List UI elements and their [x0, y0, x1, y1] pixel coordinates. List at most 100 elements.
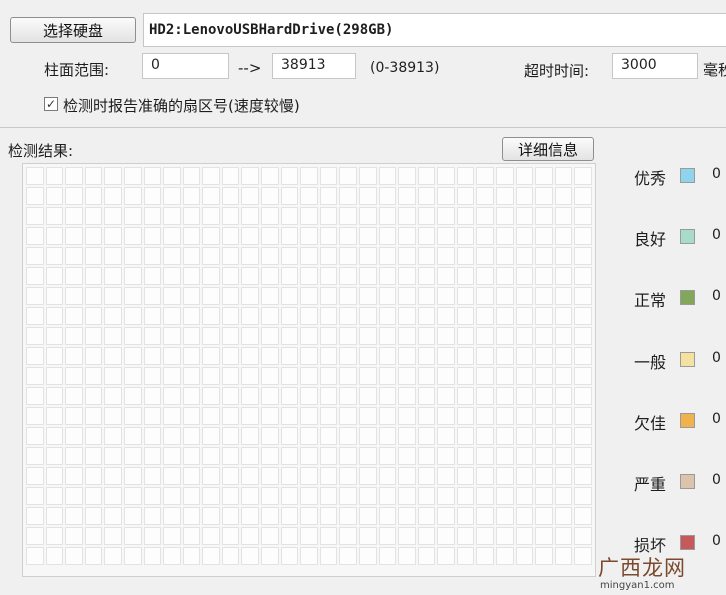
accurate-sector-checkbox[interactable]: ✓	[44, 97, 58, 111]
grid-cell	[261, 547, 279, 565]
grid-cell	[398, 467, 416, 485]
grid-cell	[300, 267, 318, 285]
legend-label: 欠佳	[634, 413, 667, 433]
select-disk-button[interactable]: 选择硬盘	[10, 17, 136, 43]
grid-cell	[123, 227, 142, 245]
range-start-input[interactable]: 0	[142, 53, 229, 79]
grid-cell	[143, 467, 162, 485]
grid-cell	[515, 387, 534, 405]
grid-cell	[163, 527, 181, 545]
grid-cell	[358, 367, 377, 385]
grid-cell	[417, 347, 436, 365]
grid-cell	[398, 267, 416, 285]
grid-cell	[574, 367, 592, 385]
grid-cell	[300, 467, 318, 485]
grid-cell	[456, 347, 475, 365]
range-end-input[interactable]: 38913	[272, 53, 356, 79]
grid-cell	[182, 247, 201, 265]
grid-cell	[456, 507, 475, 525]
cylinder-range-label: 柱面范围:	[44, 61, 110, 79]
grid-cell	[574, 327, 592, 345]
grid-cell	[221, 167, 240, 185]
grid-cell	[143, 367, 162, 385]
grid-cell	[241, 447, 260, 465]
grid-cell	[417, 267, 436, 285]
grid-cell	[202, 207, 220, 225]
grid-cell	[417, 447, 436, 465]
legend-label: 良好	[634, 230, 667, 250]
grid-cell	[358, 527, 377, 545]
grid-cell	[202, 247, 220, 265]
grid-cell	[143, 327, 162, 345]
grid-cell	[496, 287, 514, 305]
grid-cell	[280, 207, 299, 225]
grid-cell	[496, 347, 514, 365]
grid-cell	[26, 307, 44, 325]
legend-label: 严重	[634, 475, 667, 494]
grid-cell	[163, 207, 181, 225]
grid-cell	[554, 547, 573, 565]
legend-swatch	[680, 290, 695, 306]
grid-cell	[221, 227, 240, 245]
grid-cell	[496, 407, 514, 425]
grid-cell	[104, 247, 122, 265]
grid-cell	[476, 367, 495, 385]
grid-cell	[280, 507, 299, 525]
grid-cell	[535, 267, 553, 285]
grid-cell	[554, 307, 573, 325]
grid-cell	[339, 487, 357, 505]
grid-cell	[515, 427, 534, 445]
grid-cell	[280, 227, 299, 245]
grid-cell	[65, 307, 83, 325]
grid-cell	[574, 227, 592, 245]
grid-cell	[280, 467, 299, 485]
divider	[0, 127, 726, 128]
grid-cell	[378, 287, 397, 305]
grid-cell	[476, 327, 495, 345]
grid-cell	[378, 307, 397, 325]
grid-cell	[496, 207, 514, 225]
grid-cell	[496, 427, 514, 445]
grid-cell	[84, 407, 103, 425]
grid-cell	[554, 227, 573, 245]
grid-cell	[398, 247, 416, 265]
grid-cell	[241, 247, 260, 265]
grid-cell	[280, 427, 299, 445]
grid-cell	[202, 187, 220, 205]
grid-cell	[574, 407, 592, 425]
grid-cell	[476, 167, 495, 185]
grid-cell	[84, 267, 103, 285]
grid-cell	[554, 187, 573, 205]
grid-cell	[554, 407, 573, 425]
grid-cell	[123, 507, 142, 525]
details-button[interactable]: 详细信息	[502, 137, 594, 161]
grid-cell	[45, 327, 64, 345]
grid-cell	[496, 267, 514, 285]
grid-cell	[143, 427, 162, 445]
grid-cell	[358, 247, 377, 265]
grid-cell	[221, 427, 240, 445]
grid-cell	[515, 507, 534, 525]
grid-cell	[163, 487, 181, 505]
grid-cell	[26, 247, 44, 265]
grid-cell	[319, 527, 338, 545]
grid-cell	[319, 387, 338, 405]
grid-cell	[456, 287, 475, 305]
grid-cell	[45, 227, 64, 245]
grid-cell	[398, 187, 416, 205]
grid-cell	[182, 327, 201, 345]
grid-cell	[65, 347, 83, 365]
grid-cell	[554, 287, 573, 305]
grid-cell	[574, 467, 592, 485]
grid-cell	[45, 207, 64, 225]
grid-cell	[378, 227, 397, 245]
timeout-input[interactable]: 3000	[612, 53, 698, 79]
grid-cell	[417, 507, 436, 525]
grid-cell	[84, 307, 103, 325]
grid-cell	[319, 407, 338, 425]
grid-cell	[398, 447, 416, 465]
grid-cell	[437, 207, 455, 225]
grid-cell	[26, 287, 44, 305]
grid-cell	[104, 227, 122, 245]
grid-cell	[319, 447, 338, 465]
